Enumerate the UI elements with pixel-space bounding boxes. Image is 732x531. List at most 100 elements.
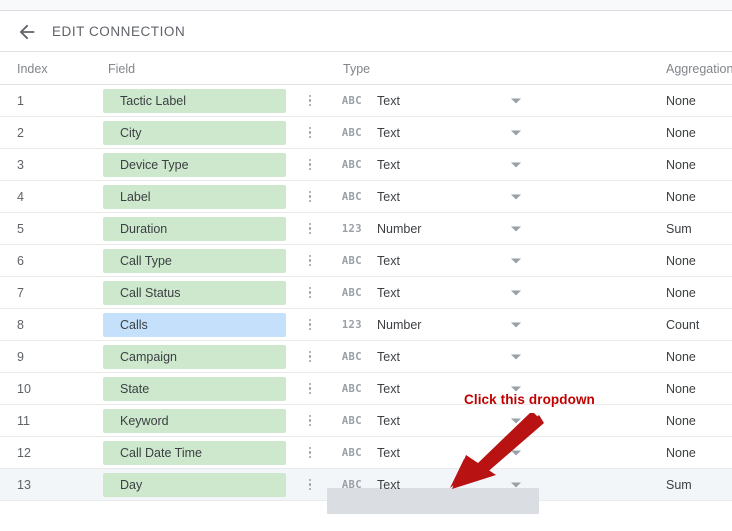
row-menu-cell — [295, 348, 325, 366]
row-index: 4 — [17, 189, 24, 204]
type-dropdown-caret[interactable] — [511, 98, 521, 103]
column-header-aggregation: Aggregation — [666, 61, 732, 76]
column-header-index: Index — [17, 61, 48, 76]
table-row[interactable]: 7 Call Status ABC Text None — [0, 277, 732, 309]
more-options-icon[interactable] — [303, 476, 317, 494]
table-row[interactable]: 12 Call Date Time ABC Text None — [0, 437, 732, 469]
table-row[interactable]: 8 Calls 123 Number Count — [0, 309, 732, 341]
table-row[interactable]: 13 Day ABC Text Sum — [0, 469, 732, 514]
aggregation-value: None — [666, 285, 696, 300]
more-options-icon[interactable] — [303, 316, 317, 334]
row-index: 11 — [17, 413, 30, 428]
field-cell: Keyword — [95, 408, 295, 433]
row-menu-cell — [295, 380, 325, 398]
text-type-icon: ABC — [341, 350, 362, 363]
row-menu-cell — [295, 284, 325, 302]
text-type-icon: ABC — [341, 382, 362, 395]
field-name-chip[interactable]: City — [103, 120, 286, 145]
table-row[interactable]: 4 Label ABC Text None — [0, 181, 732, 213]
row-index: 6 — [17, 253, 24, 268]
table-row[interactable]: 11 Keyword ABC Text None — [0, 405, 732, 437]
more-options-icon[interactable] — [303, 252, 317, 270]
fields-table: Index Field Type Aggregation 1 Tactic Lab… — [0, 53, 732, 514]
field-name-chip[interactable]: Day — [103, 472, 286, 497]
type-dropdown-caret[interactable] — [511, 290, 521, 295]
aggregation-value: None — [666, 413, 696, 428]
type-value: Text — [377, 93, 400, 108]
field-name-chip[interactable]: Call Type — [103, 248, 286, 273]
field-name-chip[interactable]: Call Status — [103, 280, 286, 305]
more-options-icon[interactable] — [303, 380, 317, 398]
field-cell: Call Type — [95, 248, 295, 273]
field-name-chip[interactable]: Device Type — [103, 152, 286, 177]
table-row[interactable]: 1 Tactic Label ABC Text None — [0, 85, 732, 117]
row-index: 9 — [17, 349, 24, 364]
page-title: EDIT CONNECTION — [52, 24, 186, 39]
table-row[interactable]: 6 Call Type ABC Text None — [0, 245, 732, 277]
more-options-icon[interactable] — [303, 92, 317, 110]
field-name-chip[interactable]: Duration — [103, 216, 286, 241]
type-dropdown-caret[interactable] — [511, 354, 521, 359]
row-menu-cell — [295, 252, 325, 270]
type-value: Text — [377, 413, 400, 428]
type-dropdown-caret[interactable] — [511, 258, 521, 263]
table-row[interactable]: 3 Device Type ABC Text None — [0, 149, 732, 181]
type-dropdown-caret[interactable] — [511, 450, 521, 455]
text-type-icon: ABC — [341, 94, 362, 107]
field-name-chip[interactable]: Label — [103, 184, 286, 209]
aggregation-value: None — [666, 381, 696, 396]
field-name-chip[interactable]: Keyword — [103, 408, 286, 433]
table-body: 1 Tactic Label ABC Text None 2 City ABC Text None… — [0, 85, 732, 514]
type-dropdown-caret[interactable] — [511, 226, 521, 231]
more-options-icon[interactable] — [303, 348, 317, 366]
type-dropdown-caret[interactable] — [511, 322, 521, 327]
field-name-chip[interactable]: Campaign — [103, 344, 286, 369]
type-dropdown-caret[interactable] — [511, 194, 521, 199]
field-name-chip[interactable]: State — [103, 376, 286, 401]
edit-connection-page: EDIT CONNECTION Index Field Type Aggrega… — [0, 0, 732, 531]
field-name-chip[interactable]: Call Date Time — [103, 440, 286, 465]
type-value: Text — [377, 477, 400, 492]
table-header-row: Index Field Type Aggregation — [0, 53, 732, 85]
more-options-icon[interactable] — [303, 444, 317, 462]
type-dropdown-caret[interactable] — [511, 418, 521, 423]
type-value: Text — [377, 285, 400, 300]
type-dropdown-caret[interactable] — [511, 162, 521, 167]
field-name-chip[interactable]: Tactic Label — [103, 88, 286, 113]
field-cell: Call Date Time — [95, 440, 295, 465]
more-options-icon[interactable] — [303, 284, 317, 302]
more-options-icon[interactable] — [303, 124, 317, 142]
row-index: 5 — [17, 221, 24, 236]
more-options-icon[interactable] — [303, 412, 317, 430]
type-dropdown-caret[interactable] — [511, 130, 521, 135]
table-row[interactable]: 5 Duration 123 Number Sum — [0, 213, 732, 245]
type-value: Text — [377, 253, 400, 268]
table-row[interactable]: 2 City ABC Text None — [0, 117, 732, 149]
aggregation-value: None — [666, 189, 696, 204]
type-value: Text — [377, 445, 400, 460]
aggregation-value: None — [666, 253, 696, 268]
field-cell: Calls — [95, 312, 295, 337]
more-options-icon[interactable] — [303, 188, 317, 206]
aggregation-value: Count — [666, 317, 700, 332]
type-value: Number — [377, 317, 422, 332]
text-type-icon: ABC — [341, 414, 362, 427]
type-dropdown-caret[interactable] — [511, 386, 521, 391]
more-options-icon[interactable] — [303, 220, 317, 238]
aggregation-value: None — [666, 125, 696, 140]
type-value: Text — [377, 189, 400, 204]
table-row[interactable]: 10 State ABC Text None — [0, 373, 732, 405]
row-menu-cell — [295, 476, 325, 494]
aggregation-value: None — [666, 445, 696, 460]
field-cell: Device Type — [95, 152, 295, 177]
table-row[interactable]: 9 Campaign ABC Text None — [0, 341, 732, 373]
field-cell: Call Status — [95, 280, 295, 305]
arrow-left-icon[interactable] — [14, 19, 40, 45]
type-dropdown-caret[interactable] — [511, 482, 521, 487]
aggregation-value: None — [666, 349, 696, 364]
aggregation-value: None — [666, 157, 696, 172]
text-type-icon: ABC — [341, 158, 362, 171]
row-index: 13 — [17, 477, 31, 492]
field-name-chip[interactable]: Calls — [103, 312, 286, 337]
more-options-icon[interactable] — [303, 156, 317, 174]
